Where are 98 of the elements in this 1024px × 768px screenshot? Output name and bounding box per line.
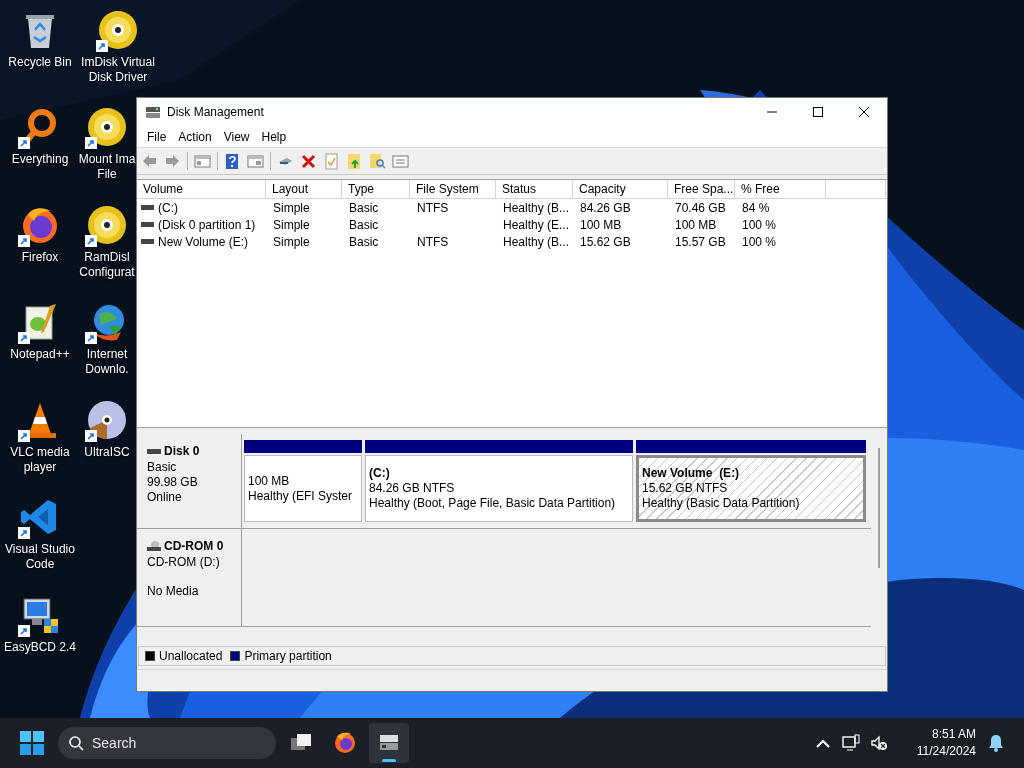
- notification-bell-icon[interactable]: [988, 734, 1004, 752]
- folder-search-icon[interactable]: [369, 152, 386, 170]
- column-header[interactable]: Capacity: [573, 180, 668, 198]
- table-cell-text: 100 MB: [675, 216, 717, 234]
- icon-label: RamDisl Configurat: [79, 250, 135, 280]
- table-cell-text: 84 %: [742, 199, 770, 217]
- disc-icon[interactable]: [98, 10, 138, 50]
- column-header[interactable]: Volume: [137, 180, 266, 198]
- drive-icon: [141, 204, 154, 211]
- table-cell-text: 84.26 GB: [580, 199, 631, 217]
- window-title: Disk Management: [167, 104, 264, 121]
- icon-label: ImDisk Virtual Disk Driver: [81, 55, 155, 85]
- partition-status: Healthy (EFI Syster: [248, 488, 354, 504]
- firefox-icon[interactable]: [20, 205, 60, 245]
- table-cell-text: Basic: [349, 199, 379, 217]
- drive-icon: [141, 238, 154, 245]
- menu-item[interactable]: Help: [255, 127, 293, 146]
- table-cell-text: Simple: [273, 216, 310, 234]
- disk-name: Disk 0: [164, 443, 200, 460]
- partition-block[interactable]: (C:) 84.26 GB NTFS Healthy (Boot, Page File, Basic Data Partition): [365, 455, 633, 522]
- icon-label: Recycle Bin: [8, 55, 72, 70]
- partition-status: Healthy (Boot, Page File, Basic Data Partition): [369, 496, 617, 511]
- table-cell-text: Healthy (E...: [503, 216, 570, 234]
- table-cell-text: 100 %: [742, 233, 777, 251]
- table-cell-text: Simple: [273, 199, 310, 217]
- table-cell-text: 70.46 GB: [675, 199, 726, 217]
- search-field[interactable]: Search: [58, 727, 276, 759]
- column-header[interactable]: % Free: [735, 180, 826, 198]
- table-cell-text: Basic: [349, 233, 379, 251]
- disc-icon[interactable]: [87, 400, 127, 440]
- start-button[interactable]: [20, 730, 46, 756]
- legend-label: Unallocated: [159, 648, 223, 665]
- console-tree-icon[interactable]: [194, 152, 211, 170]
- partition-block[interactable]: New Volume (E:) 15.62 GB NTFS Healthy (Basic Data Partition): [636, 455, 866, 522]
- icon-label: Everything: [11, 152, 69, 167]
- partition-block[interactable]: 100 MB Healthy (EFI Syster: [244, 455, 362, 522]
- partition-size: 15.62 GB NTFS: [642, 481, 729, 496]
- delete-icon[interactable]: [300, 152, 317, 170]
- partition-name: New Volume (E:): [642, 466, 741, 481]
- disk-name: CD-ROM 0: [164, 538, 224, 555]
- table-cell-text: Simple: [273, 233, 310, 251]
- table-cell-text: 100 %: [742, 216, 777, 234]
- menu-item[interactable]: Action: [172, 127, 218, 146]
- close-icon[interactable]: [858, 106, 870, 118]
- search-icon: [68, 735, 84, 751]
- partition-size: 84.26 GB NTFS: [369, 481, 456, 496]
- partition-size: 100 MB: [248, 473, 291, 489]
- icon-label: Firefox: [21, 250, 59, 265]
- disk-drive-icon: [145, 105, 161, 119]
- clock[interactable]: 8:51 AM 11/24/2024: [916, 726, 976, 760]
- column-header[interactable]: Type: [342, 180, 410, 198]
- table-cell-text: New Volume (E:): [158, 233, 249, 251]
- column-header[interactable]: File System: [410, 180, 496, 198]
- help-icon[interactable]: [224, 152, 241, 170]
- globe-download-icon[interactable]: [87, 302, 127, 342]
- table-cell-text: NTFS: [417, 199, 449, 217]
- column-header[interactable]: Free Spa...: [668, 180, 735, 198]
- table-cell-text: (Disk 0 partition 1): [158, 216, 256, 234]
- menu-item[interactable]: View: [217, 127, 256, 146]
- cd-drive-icon: [147, 541, 161, 551]
- disc-icon[interactable]: [87, 107, 127, 147]
- icon-label: UltraISC: [84, 445, 130, 460]
- icon-label: Mount Ima File: [78, 152, 136, 182]
- table-cell-text: Healthy (B...: [503, 233, 570, 251]
- icon-label: Visual Studio Code: [5, 542, 75, 572]
- view-pane-icon[interactable]: [247, 152, 264, 170]
- icon-label: Notepad++: [10, 347, 70, 362]
- disk-management-icon[interactable]: [369, 723, 409, 763]
- maximize-icon[interactable]: [812, 106, 824, 118]
- menu-item[interactable]: File: [141, 127, 173, 146]
- column-header[interactable]: Status: [496, 180, 573, 198]
- legend-label: Primary partition: [244, 648, 332, 665]
- drive-icon: [147, 446, 161, 456]
- folder-up-icon[interactable]: [346, 152, 363, 170]
- table-cell-text: NTFS: [417, 233, 449, 251]
- disk-detail: CD-ROM (D:): [147, 555, 221, 570]
- speaker-muted-icon[interactable]: [868, 733, 889, 753]
- disk-detail: Online: [147, 490, 183, 505]
- table-cell-text: 15.57 GB: [675, 233, 726, 251]
- icon-label: EasyBCD 2.4: [4, 640, 76, 655]
- disk-detail: Basic: [147, 460, 178, 475]
- icon-label: Internet Downlo.: [85, 347, 129, 377]
- table-cell-text: 100 MB: [580, 216, 622, 234]
- computer-icon[interactable]: [20, 595, 60, 635]
- drive-icon: [141, 221, 154, 228]
- table-cell-text: (C:): [158, 199, 178, 217]
- icon-label: VLC media player: [10, 445, 70, 475]
- partition-name: (C:): [369, 466, 391, 481]
- disk-detail: 99.98 GB: [147, 475, 199, 490]
- column-header[interactable]: Layout: [266, 180, 342, 198]
- disc-icon[interactable]: [87, 205, 127, 245]
- table-cell-text: Basic: [349, 216, 379, 234]
- table-cell-text: 15.62 GB: [580, 233, 631, 251]
- disk-detail: No Media: [147, 584, 200, 599]
- table-cell-text: Healthy (B...: [503, 199, 570, 217]
- partition-status: Healthy (Basic Data Partition): [642, 496, 801, 511]
- network-icon[interactable]: [840, 733, 861, 753]
- checklist-icon[interactable]: [323, 152, 340, 170]
